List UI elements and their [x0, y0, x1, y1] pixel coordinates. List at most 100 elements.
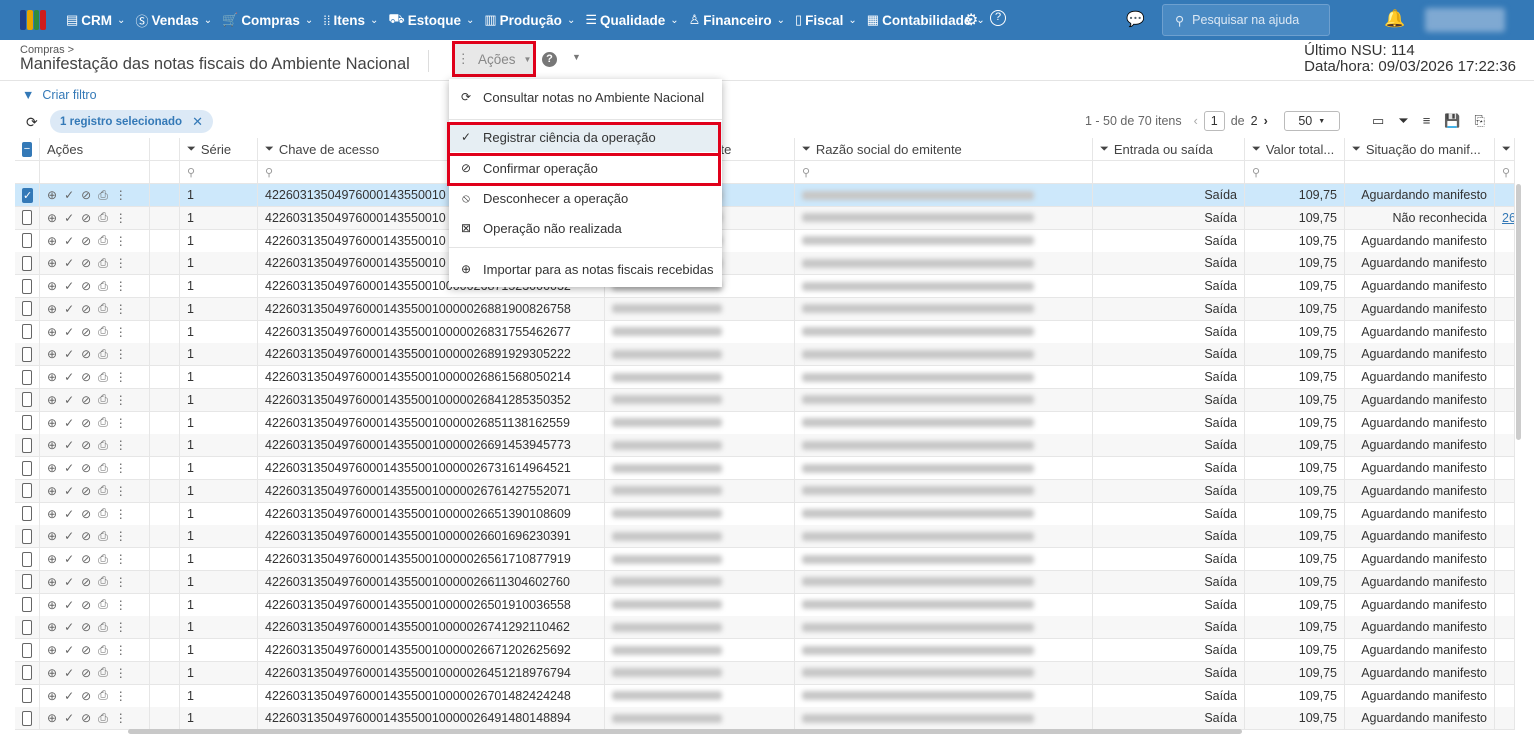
filter-cell[interactable]: ⚲	[795, 161, 1093, 183]
confirm-icon[interactable]: ⊘	[81, 325, 91, 339]
table-row[interactable]: ⊕ ✓ ⊘ ⎙ ⋮ 1 4226031350497600014355001000002650…	[15, 593, 1515, 617]
print-icon[interactable]: ⎙	[98, 483, 108, 498]
kebab-icon[interactable]: ⋮	[115, 302, 127, 316]
table-row[interactable]: ⊕ ✓ ⊘ ⎙ ⋮ 1 4226031350497600014355001000002667…	[15, 639, 1515, 662]
row-checkbox[interactable]	[22, 460, 32, 476]
menu-item-block[interactable]: ⦸ Desconhecer a operação	[449, 183, 722, 213]
nav-qualidade[interactable]: ☰ Qualidade ⌄	[585, 12, 678, 28]
confirm-icon[interactable]: ⊘	[81, 689, 91, 703]
row-checkbox[interactable]	[22, 528, 32, 544]
extra-cell[interactable]: 26	[1495, 206, 1515, 229]
print-icon[interactable]: ⎙	[98, 279, 108, 294]
row-checkbox[interactable]	[22, 346, 32, 362]
confirm-icon[interactable]: ⊘	[81, 711, 91, 725]
column-filter-icon[interactable]: ⏷	[187, 143, 196, 156]
confirm-icon[interactable]: ⊘	[81, 256, 91, 270]
actions-button[interactable]: ⋮ Ações ▼	[452, 41, 536, 77]
check-icon[interactable]: ✓	[64, 666, 74, 680]
check-icon[interactable]: ✓	[64, 507, 74, 521]
row-checkbox[interactable]	[22, 210, 32, 226]
print-icon[interactable]: ⎙	[98, 574, 108, 589]
import-icon[interactable]: ⊕	[47, 507, 57, 521]
check-icon[interactable]: ✓	[64, 393, 74, 407]
confirm-icon[interactable]: ⊘	[81, 598, 91, 612]
import-icon[interactable]: ⊕	[47, 256, 57, 270]
nav-itens[interactable]: ⁞⁞ Itens ⌄	[323, 13, 378, 28]
import-icon[interactable]: ⊕	[47, 188, 57, 202]
confirm-icon[interactable]: ⊘	[81, 575, 91, 589]
check-icon[interactable]: ✓	[64, 347, 74, 361]
kebab-icon[interactable]: ⋮	[115, 256, 127, 270]
row-select-cell[interactable]	[15, 548, 40, 570]
check-icon[interactable]: ✓	[64, 711, 74, 725]
import-icon[interactable]: ⊕	[47, 575, 57, 589]
import-icon[interactable]: ⊕	[47, 620, 57, 634]
print-icon[interactable]: ⎙	[98, 210, 108, 225]
nav-financeiro[interactable]: ♙ Financeiro ⌄	[689, 12, 785, 28]
row-checkbox[interactable]	[22, 506, 32, 521]
table-row[interactable]: ⊕ ✓ ⊘ ⎙ ⋮ 1 4226031350497600014355001000002673…	[15, 457, 1515, 480]
table-row[interactable]: ⊕ ✓ ⊘ ⎙ ⋮ 1 4226031350497600014355001000002660…	[15, 525, 1515, 549]
nav-crm[interactable]: ▤ CRM ⌄	[66, 12, 125, 28]
chat-icon[interactable]: 💬	[1126, 10, 1145, 28]
table-row[interactable]: ⊕ ✓ ⊘ ⎙ ⋮ 1 4226031350497600014355001000002665…	[15, 502, 1515, 526]
row-checkbox[interactable]: ✓	[22, 187, 34, 203]
table-row[interactable]: ⊕ ✓ ⊘ ⎙ ⋮ 1 4226031350497600014355001000002669…	[15, 434, 1515, 458]
row-select-cell[interactable]	[15, 661, 40, 684]
import-icon[interactable]: ⊕	[47, 325, 57, 339]
print-icon[interactable]: ⎙	[98, 552, 108, 567]
table-row[interactable]: ⊕ ✓ ⊘ ⎙ ⋮ 1 4226031350497600014355001000002685…	[15, 411, 1515, 435]
row-select-cell[interactable]	[15, 411, 40, 434]
check-icon[interactable]: ✓	[64, 643, 74, 657]
app-logo[interactable]	[20, 10, 46, 30]
import-icon[interactable]: ⊕	[47, 461, 57, 475]
page-input[interactable]: 1	[1203, 111, 1225, 131]
table-row[interactable]: ⊕ ✓ ⊘ ⎙ ⋮ 1 4226031350497600014355001000002686…	[15, 366, 1515, 389]
print-icon[interactable]: ⎙	[98, 461, 108, 476]
row-checkbox[interactable]	[22, 415, 32, 430]
import-icon[interactable]: ⊕	[47, 393, 57, 407]
table-row[interactable]: ✓ ⊕ ✓ ⊘ ⎙ ⋮ 1 42260313504976000143550010 Saída 10…	[15, 184, 1515, 207]
kebab-icon[interactable]: ⋮	[115, 575, 127, 589]
help-search-input[interactable]: ⚲ Pesquisar na ajuda	[1162, 4, 1330, 36]
import-icon[interactable]: ⊕	[47, 302, 57, 316]
table-row[interactable]: ⊕ ✓ ⊘ ⎙ ⋮ 1 4226031350497600014355001000002661…	[15, 570, 1515, 594]
check-icon[interactable]: ✓	[64, 689, 74, 703]
confirm-icon[interactable]: ⊘	[81, 643, 91, 657]
kebab-icon[interactable]: ⋮	[115, 416, 127, 430]
confirm-icon[interactable]: ⊘	[81, 393, 91, 407]
kebab-icon[interactable]: ⋮	[115, 461, 127, 475]
table-row[interactable]: ⊕ ✓ ⊘ ⎙ ⋮ 1 4226031350497600014355001000002687…	[15, 275, 1515, 298]
row-link[interactable]: 26	[1502, 211, 1514, 225]
row-checkbox[interactable]	[22, 551, 32, 567]
row-select-cell[interactable]	[15, 479, 40, 502]
check-icon[interactable]: ✓	[64, 370, 74, 384]
vertical-scrollbar[interactable]	[1516, 184, 1521, 440]
confirm-icon[interactable]: ⊘	[81, 211, 91, 225]
row-select-cell[interactable]	[15, 525, 40, 548]
nav-produção[interactable]: ▥ Produção ⌄	[484, 12, 575, 28]
menu-item-plus-circle[interactable]: ⊕ Importar para as notas fiscais recebida…	[449, 254, 722, 284]
import-icon[interactable]: ⊕	[47, 484, 57, 498]
nav-estoque[interactable]: ⛟ Estoque ⌄	[388, 11, 474, 29]
user-menu[interactable]	[1425, 8, 1505, 32]
column-filter-icon[interactable]: ⏷	[1252, 143, 1261, 156]
print-icon[interactable]: ⎙	[98, 438, 108, 453]
check-icon[interactable]: ✓	[64, 620, 74, 634]
confirm-icon[interactable]: ⊘	[81, 552, 91, 566]
row-checkbox[interactable]	[22, 642, 32, 658]
kebab-icon[interactable]: ⋮	[115, 643, 127, 657]
kebab-icon[interactable]: ⋮	[115, 620, 127, 634]
column-filter-icon[interactable]: ⏷	[265, 143, 274, 156]
row-select-cell[interactable]	[15, 457, 40, 479]
print-icon[interactable]: ⎙	[98, 324, 108, 339]
row-select-cell[interactable]	[15, 570, 40, 593]
print-icon[interactable]: ⎙	[98, 597, 108, 612]
row-checkbox[interactable]	[22, 369, 32, 385]
import-icon[interactable]: ⊕	[47, 711, 57, 725]
print-icon[interactable]: ⎙	[98, 620, 108, 635]
row-checkbox[interactable]	[22, 665, 32, 681]
row-checkbox[interactable]	[22, 688, 32, 703]
next-page-icon[interactable]: ›	[1264, 114, 1268, 128]
table-row[interactable]: ⊕ ✓ ⊘ ⎙ ⋮ 1 4226031350497600014355001000002656…	[15, 548, 1515, 571]
